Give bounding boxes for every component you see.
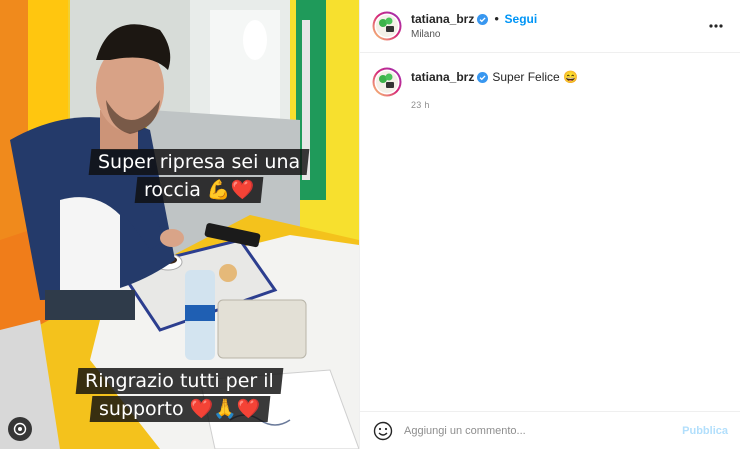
separator-dot: • bbox=[494, 10, 499, 26]
caption-line: Super ripresa sei una bbox=[98, 151, 301, 173]
caption-line: roccia 💪❤️ bbox=[144, 179, 255, 201]
igtv-icon[interactable] bbox=[8, 417, 32, 441]
comment-text: Super Felice 😄 bbox=[492, 70, 578, 84]
post-photo[interactable]: Super ripresa sei una roccia 💪❤️ Ringraz… bbox=[0, 0, 359, 449]
caption-line: Ringrazio tutti per il bbox=[85, 370, 274, 392]
publish-button[interactable]: Pubblica bbox=[682, 425, 728, 437]
post-sidebar: tatiana_brz • Segui Milano tatiana_brz S… bbox=[359, 0, 740, 449]
instagram-post: Super ripresa sei una roccia 💪❤️ Ringraz… bbox=[0, 0, 740, 449]
comment-input[interactable] bbox=[404, 424, 683, 437]
avatar[interactable] bbox=[372, 67, 402, 97]
comment-username[interactable]: tatiana_brz bbox=[411, 70, 474, 84]
verified-badge-icon bbox=[477, 72, 489, 83]
add-comment-bar: Pubblica bbox=[360, 411, 740, 449]
avatar[interactable] bbox=[372, 11, 402, 41]
story-caption-top: Super ripresa sei una roccia 💪❤️ bbox=[40, 148, 359, 204]
caption-comment: tatiana_brz Super Felice 😄 23 h bbox=[360, 53, 740, 113]
post-location[interactable]: Milano bbox=[411, 27, 704, 42]
verified-badge-icon bbox=[477, 13, 489, 25]
post-header: tatiana_brz • Segui Milano bbox=[360, 0, 740, 53]
post-author-username[interactable]: tatiana_brz bbox=[411, 12, 474, 26]
follow-button[interactable]: Segui bbox=[505, 12, 538, 26]
more-options-icon[interactable] bbox=[704, 14, 728, 38]
story-caption-bottom: Ringrazio tutti per il supporto ❤️🙏❤️ bbox=[0, 367, 359, 423]
post-timestamp[interactable]: 23 h bbox=[411, 97, 578, 113]
caption-line: supporto ❤️🙏❤️ bbox=[98, 398, 261, 420]
emoji-icon[interactable] bbox=[372, 420, 394, 442]
